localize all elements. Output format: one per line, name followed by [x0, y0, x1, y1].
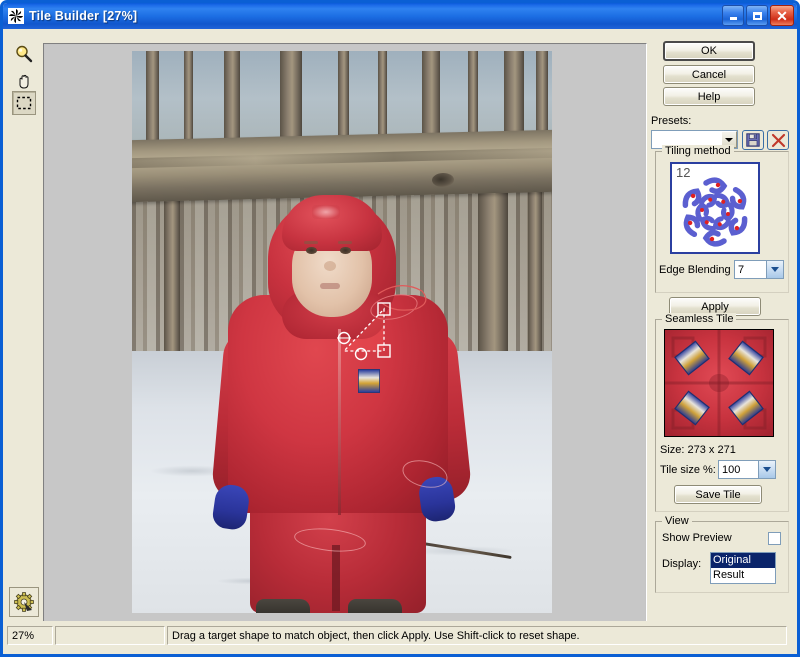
knit-hat: [282, 195, 382, 251]
tree-trunk: [536, 51, 548, 141]
seamless-tile-image: [665, 330, 773, 436]
gear-icon: [14, 592, 34, 612]
marquee-tool[interactable]: [12, 91, 36, 115]
eye: [306, 247, 317, 254]
tiling-pattern-preview[interactable]: 12: [670, 162, 760, 254]
show-preview-label: Show Preview: [662, 532, 732, 544]
close-button[interactable]: ✕: [770, 5, 794, 26]
minimize-icon: [723, 6, 743, 25]
tree-trunk: [146, 51, 159, 147]
tiling-method-legend: Tiling method: [662, 145, 734, 157]
seamless-tile-legend: Seamless Tile: [662, 313, 737, 325]
boot: [348, 599, 402, 613]
tile-size-readout: Size: 273 x 271: [660, 444, 736, 456]
tile-builder-window: Tile Builder [27%] ✕ OK Cancel Help Pres…: [0, 0, 800, 657]
tiling-pattern-number: 12: [676, 165, 691, 180]
boot: [256, 599, 310, 613]
close-icon: ✕: [776, 7, 788, 24]
save-preset-button[interactable]: [742, 130, 764, 150]
save-tile-button[interactable]: Save Tile: [674, 485, 762, 504]
red-x-icon: [771, 133, 785, 147]
maximize-button[interactable]: [746, 5, 768, 26]
hand-icon: [19, 74, 28, 89]
tiling-method-group: Tiling method 12 Edge Blending 7: [655, 145, 789, 293]
ok-button[interactable]: OK: [663, 41, 755, 61]
tree-trunk: [378, 51, 387, 141]
view-group: View Show Preview Display: Original Resu…: [655, 515, 789, 593]
child-figure: [210, 195, 473, 613]
tile-size-percent-combobox[interactable]: 100: [718, 460, 776, 479]
image-canvas[interactable]: [43, 43, 647, 639]
client-area: OK Cancel Help Presets: Tiling method 12…: [3, 29, 797, 654]
jacket-logo-patch: [358, 369, 380, 393]
status-message: Drag a target shape to match object, the…: [167, 626, 787, 645]
tile-size-percent-label: Tile size %:: [660, 464, 716, 476]
jacket-zipper: [338, 329, 341, 515]
status-zoom: 27%: [7, 626, 53, 645]
edge-blending-combobox[interactable]: 7: [734, 260, 784, 279]
view-legend: View: [662, 515, 692, 527]
eye: [340, 247, 351, 254]
tile-size-percent-value: 100: [722, 463, 741, 476]
chevron-down-icon[interactable]: [766, 261, 783, 278]
tree-trunk: [164, 191, 180, 373]
seamless-tile-preview[interactable]: [664, 329, 774, 437]
seamless-tile-group: Seamless Tile Size: 273 x 271 Tile size …: [655, 313, 789, 512]
tree-trunk: [280, 51, 302, 141]
chevron-down-icon[interactable]: [758, 461, 775, 478]
status-secondary: [55, 626, 165, 645]
tree-trunk: [422, 51, 440, 143]
display-listbox[interactable]: Original Result: [710, 552, 776, 584]
delete-preset-button[interactable]: [767, 130, 789, 150]
display-option-original[interactable]: Original: [711, 553, 775, 568]
tree-trunk: [528, 191, 542, 369]
display-option-result[interactable]: Result: [711, 568, 775, 583]
presets-label: Presets:: [651, 115, 692, 127]
settings-tool[interactable]: [9, 587, 39, 617]
eyebrow: [304, 241, 318, 244]
edge-blending-value: 7: [738, 263, 745, 276]
status-bar: 27% Drag a target shape to match object,…: [3, 621, 797, 650]
tree-trunk: [184, 51, 193, 143]
eyebrow: [338, 241, 352, 244]
tool-palette: [3, 29, 41, 619]
pinwheel-icon: [8, 8, 24, 24]
hat-logo: [312, 205, 340, 219]
display-label: Display:: [662, 558, 702, 570]
maximize-icon: [747, 6, 767, 25]
floppy-disk-icon: [746, 133, 760, 147]
nose: [324, 261, 336, 271]
tree-trunk: [504, 51, 524, 143]
source-photo[interactable]: [132, 51, 552, 613]
window-title: Tile Builder [27%]: [29, 9, 138, 23]
dashed-rectangle-icon: [16, 96, 32, 110]
pan-tool[interactable]: [12, 69, 36, 93]
show-preview-checkbox[interactable]: [768, 532, 781, 545]
tree-trunk: [338, 51, 349, 143]
pant-gap: [332, 545, 340, 611]
tree-trunk: [224, 51, 240, 145]
tree-trunk: [468, 51, 478, 141]
zoom-tool[interactable]: [12, 42, 36, 66]
title-bar: Tile Builder [27%] ✕: [3, 3, 797, 29]
fallen-log: [132, 129, 552, 203]
window-controls: ✕: [722, 5, 794, 26]
canvas-viewport[interactable]: [45, 45, 645, 637]
mouth: [320, 283, 340, 289]
magnifier-icon: [16, 45, 33, 63]
edge-blending-label: Edge Blending: [659, 264, 731, 276]
minimize-button[interactable]: [722, 5, 744, 26]
cancel-button[interactable]: Cancel: [663, 65, 755, 84]
settings-panel: OK Cancel Help Presets: Tiling method 12…: [651, 29, 797, 654]
help-button[interactable]: Help: [663, 87, 755, 106]
